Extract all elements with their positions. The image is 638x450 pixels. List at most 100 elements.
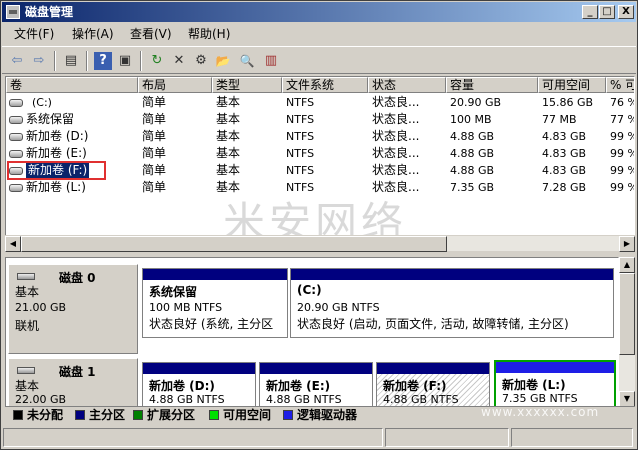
column-volume[interactable]: 卷 — [6, 77, 138, 93]
vertical-scroll-thumb[interactable] — [619, 273, 635, 355]
volume-row[interactable]: (C:) 简单 基本 NTFS 状态良... 20.90 GB 15.86 GB… — [6, 94, 634, 111]
volume-layout: 简单 — [142, 146, 167, 160]
volume-percent-free: 99 % — [610, 164, 634, 177]
help-icon[interactable]: ? — [94, 52, 112, 70]
legend-logical-drive: 逻辑驱动器 — [297, 408, 358, 422]
volume-type: 基本 — [216, 129, 241, 143]
column-layout[interactable]: 布局 — [138, 77, 212, 93]
console-tree-icon[interactable]: ▤ — [62, 52, 80, 70]
maximize-button[interactable]: □ — [599, 5, 615, 19]
partition-size: 20.90 GB NTFS — [297, 301, 380, 314]
disk-management-window: 磁盘管理 _ □ X 文件(F) 操作(A) 查看(V) 帮助(H) ⇦ ⇨ ▤… — [0, 0, 638, 450]
column-type[interactable]: 类型 — [212, 77, 282, 93]
scroll-left-button[interactable]: ◀ — [5, 236, 21, 252]
horizontal-scroll-thumb[interactable] — [21, 236, 447, 252]
partition-d[interactable]: 新加卷 (D:) 4.88 GB NTFS — [142, 362, 256, 406]
partition-bar — [260, 363, 372, 374]
refresh-icon[interactable]: ↻ — [148, 52, 166, 70]
volume-filesystem: NTFS — [286, 130, 315, 143]
volume-percent-free: 99 % — [610, 181, 634, 194]
volume-free-space: 7.28 GB — [542, 181, 587, 194]
status-cell-2 — [385, 428, 509, 447]
column-free-space[interactable]: 可用空间 — [538, 77, 606, 93]
export-icon[interactable]: ▥ — [262, 52, 280, 70]
volume-percent-free: 99 % — [610, 130, 634, 143]
disk-management-icon — [6, 5, 20, 19]
volume-filesystem: NTFS — [286, 164, 315, 177]
volume-filesystem: NTFS — [286, 113, 315, 126]
vertical-scrollbar[interactable]: ▲ ▼ — [619, 257, 635, 407]
volume-layout: 简单 — [142, 163, 167, 177]
column-filesystem[interactable]: 文件系统 — [282, 77, 368, 93]
volume-name: 新加卷 (E:) — [26, 146, 87, 160]
partition-e[interactable]: 新加卷 (E:) 4.88 GB NTFS — [259, 362, 373, 406]
partition-l[interactable]: 新加卷 (L:) 7.35 GB NTFS — [494, 360, 616, 406]
volume-filesystem: NTFS — [286, 147, 315, 160]
scroll-right-button[interactable]: ▶ — [619, 236, 635, 252]
partition-bar — [496, 362, 614, 373]
disk-icon — [17, 273, 35, 280]
disk-0-label[interactable]: 磁盘 0 基本 21.00 GB 联机 — [8, 264, 138, 354]
volume-filesystem: NTFS — [286, 96, 315, 109]
menu-view[interactable]: 查看(V) — [130, 27, 172, 41]
menu-help[interactable]: 帮助(H) — [188, 27, 230, 41]
disk-size: 21.00 GB — [15, 301, 67, 314]
partition-system-reserved[interactable]: 系统保留 100 MB NTFS 状态良好 (系统, 主分区 — [142, 268, 288, 338]
volume-type: 基本 — [216, 95, 241, 109]
disk-graph-panel: 磁盘 0 基本 21.00 GB 联机 系统保留 100 MB NTFS 状态良… — [5, 257, 619, 407]
site-credit: www.xxxxxx.com — [481, 405, 600, 419]
scroll-up-button[interactable]: ▲ — [619, 257, 635, 273]
volume-status: 状态良... — [372, 112, 420, 126]
forward-arrow-icon[interactable]: ⇨ — [30, 52, 48, 70]
horizontal-scrollbar[interactable]: ◀ ▶ — [5, 235, 635, 252]
legend-primary: 主分区 — [89, 408, 126, 422]
menu-action[interactable]: 操作(A) — [72, 27, 114, 41]
volume-type: 基本 — [216, 146, 241, 160]
back-arrow-icon[interactable]: ⇦ — [8, 52, 26, 70]
volume-icon — [9, 99, 23, 107]
volume-free-space: 4.83 GB — [542, 164, 587, 177]
disk-kind: 基本 — [15, 285, 40, 299]
partition-name: 新加卷 (F:) — [383, 379, 447, 393]
volume-type: 基本 — [216, 163, 241, 177]
legend-swatch-extended — [133, 410, 143, 420]
settings-icon[interactable]: ⚙ — [192, 52, 210, 70]
delete-icon[interactable]: ✕ — [170, 52, 188, 70]
legend-swatch-primary — [75, 410, 85, 420]
title-bar[interactable]: 磁盘管理 _ □ X — [2, 2, 636, 22]
open-folder-icon[interactable]: 📂 — [214, 52, 232, 70]
volume-status: 状态良... — [372, 146, 420, 160]
volume-name: 系统保留 — [26, 112, 75, 126]
column-status[interactable]: 状态 — [368, 77, 446, 93]
volume-percent-free: 76 % — [610, 96, 634, 109]
properties-icon[interactable]: ▣ — [116, 52, 134, 70]
search-icon[interactable]: 🔍 — [238, 52, 256, 70]
volume-icon — [9, 133, 23, 141]
menu-file[interactable]: 文件(F) — [14, 27, 54, 41]
disk-kind: 基本 — [15, 379, 40, 393]
partition-c[interactable]: (C:) 20.90 GB NTFS 状态良好 (启动, 页面文件, 活动, 故… — [290, 268, 614, 338]
minimize-button[interactable]: _ — [582, 5, 598, 19]
legend-swatch-logical — [283, 410, 293, 420]
partition-status: 状态良好 (系统, 主分区 — [149, 317, 274, 331]
volume-capacity: 20.90 GB — [450, 96, 502, 109]
volume-type: 基本 — [216, 112, 241, 126]
status-cell-main — [3, 428, 383, 447]
partition-name: 新加卷 (L:) — [502, 378, 566, 392]
legend-swatch-free-space — [209, 410, 219, 420]
column-percent-free[interactable]: % 可 — [606, 77, 634, 93]
close-button[interactable]: X — [618, 5, 634, 19]
volume-row[interactable]: 新加卷 (D:) 简单 基本 NTFS 状态良... 4.88 GB 4.83 … — [6, 128, 634, 145]
column-capacity[interactable]: 容量 — [446, 77, 538, 93]
partition-f[interactable]: 新加卷 (F:) 4.88 GB NTFS — [376, 362, 490, 406]
volume-free-space: 77 MB — [542, 113, 577, 126]
partition-size: 4.88 GB NTFS — [149, 393, 225, 406]
volume-layout: 简单 — [142, 129, 167, 143]
partition-bar — [377, 363, 489, 374]
partition-bar — [143, 363, 255, 374]
volume-free-space: 4.83 GB — [542, 130, 587, 143]
disk-1-label[interactable]: 磁盘 1 基本 22.00 GB — [8, 358, 138, 406]
volume-row[interactable]: 系统保留 简单 基本 NTFS 状态良... 100 MB 77 MB 77 % — [6, 111, 634, 128]
scroll-down-button[interactable]: ▼ — [619, 391, 635, 407]
volume-row[interactable]: 新加卷 (E:) 简单 基本 NTFS 状态良... 4.88 GB 4.83 … — [6, 145, 634, 162]
